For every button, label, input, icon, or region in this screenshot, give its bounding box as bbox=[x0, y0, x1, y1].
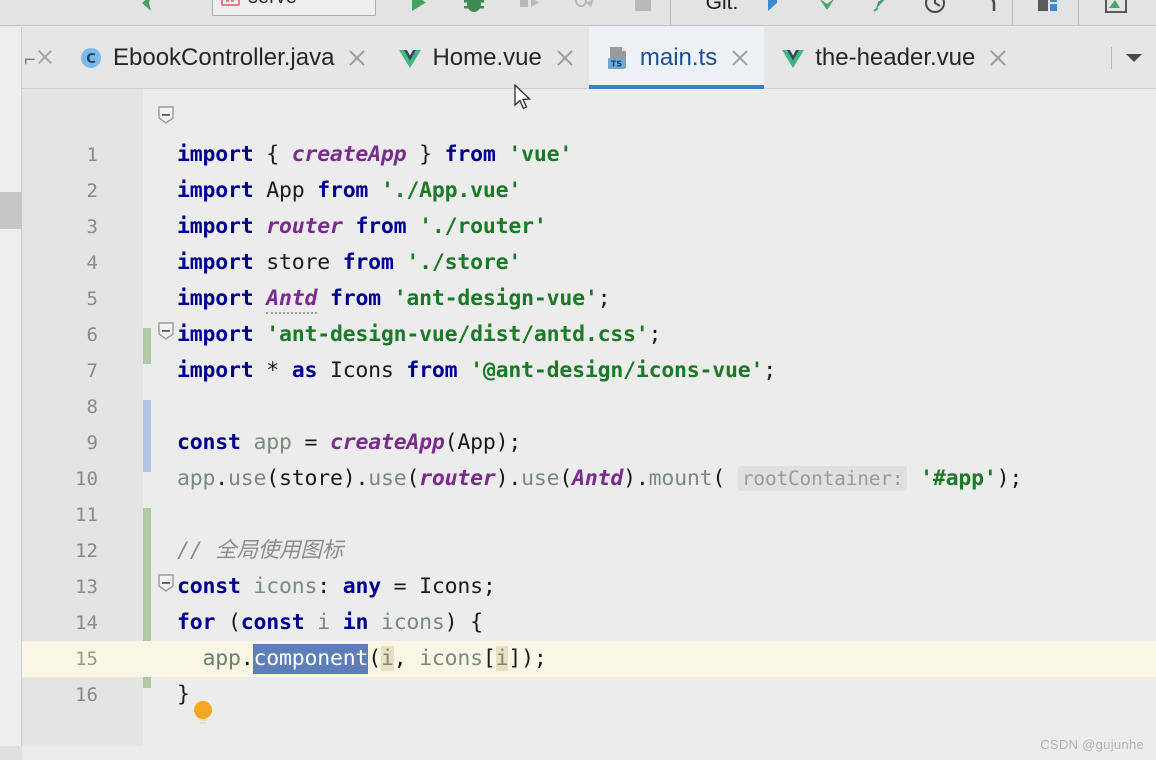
code-text[interactable]: const icons: any = Icons; bbox=[177, 569, 496, 605]
line-number: 6 bbox=[86, 324, 98, 346]
line-number: 5 bbox=[86, 288, 98, 310]
code-text[interactable]: } bbox=[177, 677, 190, 713]
code-text[interactable]: import App from './App.vue' bbox=[177, 173, 521, 209]
code-line-10[interactable]: 10 app.use(store).use(router).use(Antd).… bbox=[22, 461, 1156, 497]
push-icon[interactable] bbox=[864, 0, 898, 20]
line-number: 15 bbox=[75, 648, 98, 670]
close-icon[interactable] bbox=[730, 48, 750, 68]
chevron-down-icon[interactable] bbox=[1126, 54, 1142, 62]
java-class-icon: C bbox=[78, 45, 104, 71]
code-line-14[interactable]: 14 for (const i in icons) { bbox=[22, 605, 1156, 641]
code-line-15[interactable]: 15 app.component(i, icons[i]); bbox=[22, 641, 1156, 677]
svg-text:TS: TS bbox=[611, 60, 622, 69]
code-text[interactable]: const app = createApp(App); bbox=[177, 425, 521, 461]
tab-ebookcontroller-java[interactable]: C EbookController.java bbox=[62, 27, 381, 89]
main-toolbar: serve bbox=[0, 0, 1156, 26]
left-tool-window-bar[interactable] bbox=[0, 27, 22, 760]
run-config-icon bbox=[221, 0, 240, 6]
close-icon[interactable] bbox=[555, 48, 575, 68]
line-number: 4 bbox=[86, 252, 98, 274]
code-line-8[interactable]: 8 bbox=[22, 389, 1156, 425]
line-number: 3 bbox=[86, 216, 98, 238]
step-into-icon bbox=[568, 0, 604, 20]
inlay-parameter-hint: rootContainer: bbox=[737, 466, 908, 491]
close-icon[interactable] bbox=[988, 48, 1008, 68]
code-text[interactable]: import store from './store' bbox=[177, 245, 521, 281]
debug-icon[interactable] bbox=[456, 0, 492, 20]
code-line-2[interactable]: 2 import App from './App.vue' bbox=[22, 173, 1156, 209]
code-text[interactable]: app.use(store).use(router).use(Antd).mou… bbox=[177, 461, 1022, 497]
line-number: 1 bbox=[86, 144, 98, 166]
code-text[interactable]: app.component(i, icons[i]); bbox=[177, 641, 547, 677]
code-editor[interactable]: 1 import { createApp } from 'vue' 2 impo… bbox=[22, 89, 1156, 760]
line-number: 2 bbox=[86, 180, 98, 202]
line-number: 16 bbox=[75, 684, 98, 706]
line-number: 12 bbox=[75, 540, 98, 562]
code-text[interactable]: import { createApp } from 'vue' bbox=[177, 137, 572, 173]
divider bbox=[1111, 47, 1112, 69]
git-menu-label[interactable]: Git: bbox=[706, 0, 739, 15]
code-line-4[interactable]: 4 import store from './store' bbox=[22, 245, 1156, 281]
ide-window: serve bbox=[0, 0, 1156, 760]
tab-home-vue[interactable]: Home.vue bbox=[381, 27, 588, 89]
watermark: CSDN @gujunhe bbox=[1040, 737, 1144, 752]
editor-tab-bar: ⌐ C EbookController.java Home.vue TS mai… bbox=[22, 27, 1156, 89]
intention-bulb-icon[interactable] bbox=[191, 699, 215, 729]
vue-file-icon bbox=[397, 45, 423, 71]
update-project-icon[interactable] bbox=[758, 0, 792, 20]
preview-icon[interactable] bbox=[1098, 0, 1134, 20]
code-line-3[interactable]: 3 import router from './router' bbox=[22, 209, 1156, 245]
line-number: 11 bbox=[75, 504, 98, 526]
tab-main-ts[interactable]: TS main.ts bbox=[588, 27, 765, 89]
fold-collapse-icon[interactable] bbox=[157, 105, 175, 125]
close-icon[interactable] bbox=[347, 48, 367, 68]
tab-label: EbookController.java bbox=[113, 44, 335, 71]
run-icon[interactable] bbox=[400, 0, 436, 20]
run-configuration-selector[interactable]: serve bbox=[212, 0, 376, 16]
code-line-6[interactable]: 6 import 'ant-design-vue/dist/antd.css'; bbox=[22, 317, 1156, 353]
commit-icon[interactable] bbox=[810, 0, 844, 20]
tab-overflow-indicator[interactable]: ⌐ bbox=[24, 49, 36, 72]
code-line-7[interactable]: 7 import * as Icons from '@ant-design/ic… bbox=[22, 353, 1156, 389]
tab-the-header-vue[interactable]: the-header.vue bbox=[764, 27, 1022, 89]
svg-text:C: C bbox=[86, 52, 96, 67]
code-text[interactable]: import Antd from 'ant-design-vue'; bbox=[177, 281, 611, 317]
code-line-5[interactable]: 5 import Antd from 'ant-design-vue'; bbox=[22, 281, 1156, 317]
mouse-pointer bbox=[513, 83, 533, 112]
code-line-1[interactable]: 1 import { createApp } from 'vue' bbox=[22, 137, 1156, 173]
line-number: 7 bbox=[86, 360, 98, 382]
back-icon[interactable] bbox=[130, 0, 164, 20]
bottom-strip bbox=[0, 746, 1156, 760]
code-line-13[interactable]: 13 const icons: any = Icons; bbox=[22, 569, 1156, 605]
left-bottom-block bbox=[0, 746, 22, 760]
code-line-11[interactable]: 11 bbox=[22, 497, 1156, 533]
code-line-12[interactable]: 12 // 全局使用图标 bbox=[22, 533, 1156, 569]
layout-icon[interactable] bbox=[1030, 0, 1066, 20]
tab-label: the-header.vue bbox=[815, 44, 976, 71]
close-icon[interactable] bbox=[36, 48, 54, 66]
code-text[interactable]: import * as Icons from '@ant-design/icon… bbox=[177, 353, 776, 389]
line-number: 13 bbox=[75, 576, 98, 598]
tool-window-active-marker[interactable] bbox=[0, 192, 22, 229]
vue-file-icon bbox=[780, 45, 806, 71]
code-text[interactable]: // 全局使用图标 bbox=[177, 533, 343, 569]
code-text[interactable]: import router from './router' bbox=[177, 209, 547, 245]
step-over-icon bbox=[512, 0, 548, 20]
line-number: 14 bbox=[75, 612, 98, 634]
line-number: 8 bbox=[86, 396, 98, 418]
editor-selection[interactable]: component bbox=[253, 644, 368, 674]
run-config-label: serve bbox=[248, 0, 297, 9]
typescript-file-icon: TS bbox=[605, 45, 631, 71]
code-line-9[interactable]: 9 const app = createApp(App); bbox=[22, 425, 1156, 461]
line-number: 10 bbox=[75, 468, 98, 490]
rollback-icon[interactable] bbox=[972, 0, 1006, 20]
stop-icon bbox=[626, 0, 660, 20]
line-number: 9 bbox=[86, 432, 98, 454]
code-text[interactable]: import 'ant-design-vue/dist/antd.css'; bbox=[177, 317, 661, 353]
code-text[interactable]: for (const i in icons) { bbox=[177, 605, 483, 641]
history-icon[interactable] bbox=[918, 0, 952, 20]
tab-label: main.ts bbox=[639, 44, 718, 71]
tab-label: Home.vue bbox=[432, 44, 542, 71]
